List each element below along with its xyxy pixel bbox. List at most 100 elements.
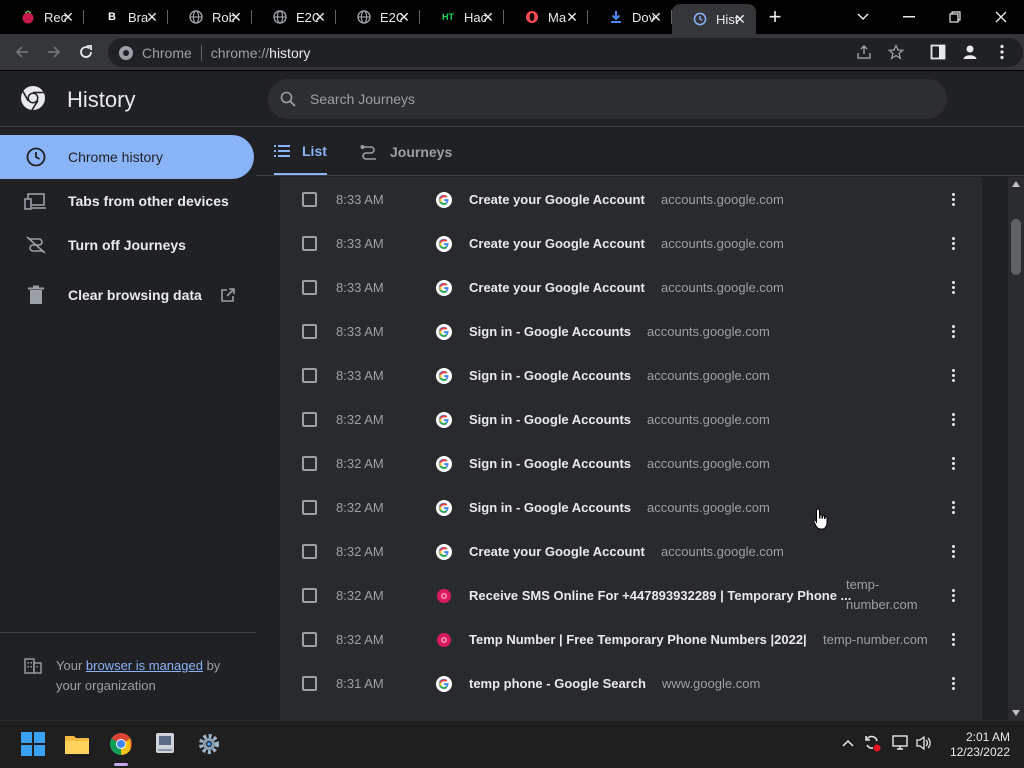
browser-tab[interactable]: Dov ✕	[588, 0, 672, 34]
reload-button[interactable]	[74, 40, 98, 64]
bookmark-button[interactable]	[887, 43, 905, 63]
minimize-button[interactable]	[886, 0, 932, 34]
history-row[interactable]: 8:33 AM Create your Google Account account…	[280, 265, 982, 309]
settings-taskbar-button[interactable]	[194, 729, 224, 759]
history-title-link[interactable]: temp phone - Google Search	[469, 676, 646, 691]
history-checkbox[interactable]	[302, 324, 317, 339]
side-panel-button[interactable]	[926, 40, 950, 64]
history-row[interactable]: 8:33 AM Create your Google Account account…	[280, 221, 982, 265]
share-button[interactable]	[856, 44, 872, 63]
history-title-link[interactable]: Sign in - Google Accounts	[469, 324, 631, 339]
history-checkbox[interactable]	[302, 280, 317, 295]
search-input[interactable]	[310, 91, 910, 107]
browser-tab[interactable]: Hist ✕	[672, 4, 756, 34]
history-title-link[interactable]: Create your Google Account	[469, 544, 645, 559]
history-checkbox[interactable]	[302, 544, 317, 559]
close-tab-button[interactable]: ✕	[228, 9, 244, 25]
scroll-up-arrow[interactable]	[1012, 181, 1020, 187]
row-more-actions-button[interactable]	[944, 234, 962, 252]
history-row[interactable]: 8:32 AM Sign in - Google Accounts accounts…	[280, 485, 982, 529]
start-button[interactable]	[18, 729, 48, 759]
row-more-actions-button[interactable]	[944, 674, 962, 692]
tab-list[interactable]: List	[274, 128, 327, 175]
history-row[interactable]: 8:33 AM Sign in - Google Accounts accounts…	[280, 353, 982, 397]
history-row[interactable]: 8:32 AM Sign in - Google Accounts accounts…	[280, 397, 982, 441]
history-title-link[interactable]: Receive SMS Online For +447893932289 | T…	[469, 588, 851, 603]
search-box[interactable]	[268, 79, 947, 119]
close-tab-button[interactable]: ✕	[144, 9, 160, 25]
history-checkbox[interactable]	[302, 192, 317, 207]
close-tab-button[interactable]: ✕	[648, 9, 664, 25]
history-title-link[interactable]: Create your Google Account	[469, 192, 645, 207]
sidebar-item-tabs-from-other-devices[interactable]: Tabs from other devices	[0, 179, 254, 223]
tab-search-button[interactable]	[840, 0, 886, 34]
address-bar[interactable]: Chrome chrome://history	[108, 38, 1023, 67]
profile-button[interactable]	[958, 40, 982, 64]
close-tab-button[interactable]: ✕	[60, 9, 76, 25]
row-more-actions-button[interactable]	[944, 542, 962, 560]
sidebar-item-clear-browsing-data[interactable]: Clear browsing data	[0, 273, 254, 317]
restore-button[interactable]	[932, 0, 978, 34]
row-more-actions-button[interactable]	[944, 190, 962, 208]
menu-button[interactable]	[990, 40, 1014, 64]
volume-tray-icon[interactable]	[914, 733, 934, 753]
row-more-actions-button[interactable]	[944, 366, 962, 384]
close-window-button[interactable]	[978, 0, 1024, 34]
history-checkbox[interactable]	[302, 456, 317, 471]
history-title-link[interactable]: Sign in - Google Accounts	[469, 412, 631, 427]
history-title-link[interactable]: Sign in - Google Accounts	[469, 500, 631, 515]
managed-link[interactable]: browser is managed	[86, 658, 203, 673]
history-checkbox[interactable]	[302, 412, 317, 427]
row-more-actions-button[interactable]	[944, 322, 962, 340]
tab-journeys[interactable]: Journeys	[360, 128, 452, 175]
browser-tab[interactable]: E2G ✕	[336, 0, 420, 34]
close-tab-button[interactable]: ✕	[312, 9, 328, 25]
row-more-actions-button[interactable]	[944, 630, 962, 648]
browser-tab[interactable]: Rec ✕	[0, 0, 84, 34]
browser-tab[interactable]: HT Hac ✕	[420, 0, 504, 34]
close-tab-button[interactable]: ✕	[480, 9, 496, 25]
chrome-taskbar-button[interactable]	[106, 729, 136, 759]
history-checkbox[interactable]	[302, 632, 317, 647]
show-hidden-icons-button[interactable]	[838, 733, 858, 753]
history-checkbox[interactable]	[302, 676, 317, 691]
browser-tab[interactable]: E2G ✕	[252, 0, 336, 34]
browser-tab[interactable]: Ma ✕	[504, 0, 588, 34]
file-explorer-button[interactable]	[62, 729, 92, 759]
taskbar-clock[interactable]: 2:01 AM 12/23/2022	[940, 730, 1010, 760]
back-button[interactable]	[10, 40, 34, 64]
row-more-actions-button[interactable]	[944, 454, 962, 472]
row-more-actions-button[interactable]	[944, 498, 962, 516]
forward-button[interactable]	[42, 40, 66, 64]
history-row[interactable]: 8:32 AM Create your Google Account account…	[280, 529, 982, 573]
history-row[interactable]: 8:31 AM temp phone - Google Search www.goo…	[280, 661, 982, 705]
new-tab-button[interactable]: +	[760, 2, 790, 32]
history-row[interactable]: 8:33 AM Sign in - Google Accounts accounts…	[280, 309, 982, 353]
sync-tray-icon[interactable]	[862, 733, 882, 753]
scrollbar[interactable]	[1008, 177, 1024, 720]
close-tab-button[interactable]: ✕	[564, 9, 580, 25]
browser-tab[interactable]: Rob ✕	[168, 0, 252, 34]
close-tab-button[interactable]: ✕	[732, 11, 748, 27]
history-title-link[interactable]: Sign in - Google Accounts	[469, 368, 631, 383]
row-more-actions-button[interactable]	[944, 410, 962, 428]
sidebar-item-chrome-history[interactable]: Chrome history	[0, 135, 254, 179]
scroll-thumb[interactable]	[1011, 219, 1021, 275]
history-row[interactable]: 8:32 AM Temp Number | Free Temporary Phon…	[280, 617, 982, 661]
history-checkbox[interactable]	[302, 500, 317, 515]
history-checkbox[interactable]	[302, 368, 317, 383]
network-tray-icon[interactable]	[890, 733, 910, 753]
history-row[interactable]: 8:33 AM Create your Google Account account…	[280, 177, 982, 221]
history-checkbox[interactable]	[302, 588, 317, 603]
history-title-link[interactable]: Temp Number | Free Temporary Phone Numbe…	[469, 632, 807, 647]
row-more-actions-button[interactable]	[944, 586, 962, 604]
history-checkbox[interactable]	[302, 236, 317, 251]
scroll-down-arrow[interactable]	[1012, 710, 1020, 716]
app-taskbar-button[interactable]	[150, 729, 180, 759]
history-row[interactable]: 8:32 AM Receive SMS Online For +447893932…	[280, 573, 982, 617]
history-title-link[interactable]: Create your Google Account	[469, 280, 645, 295]
close-tab-button[interactable]: ✕	[396, 9, 412, 25]
browser-tab[interactable]: B Bra ✕	[84, 0, 168, 34]
sidebar-item-turn-off-journeys[interactable]: Turn off Journeys	[0, 223, 254, 267]
history-title-link[interactable]: Sign in - Google Accounts	[469, 456, 631, 471]
